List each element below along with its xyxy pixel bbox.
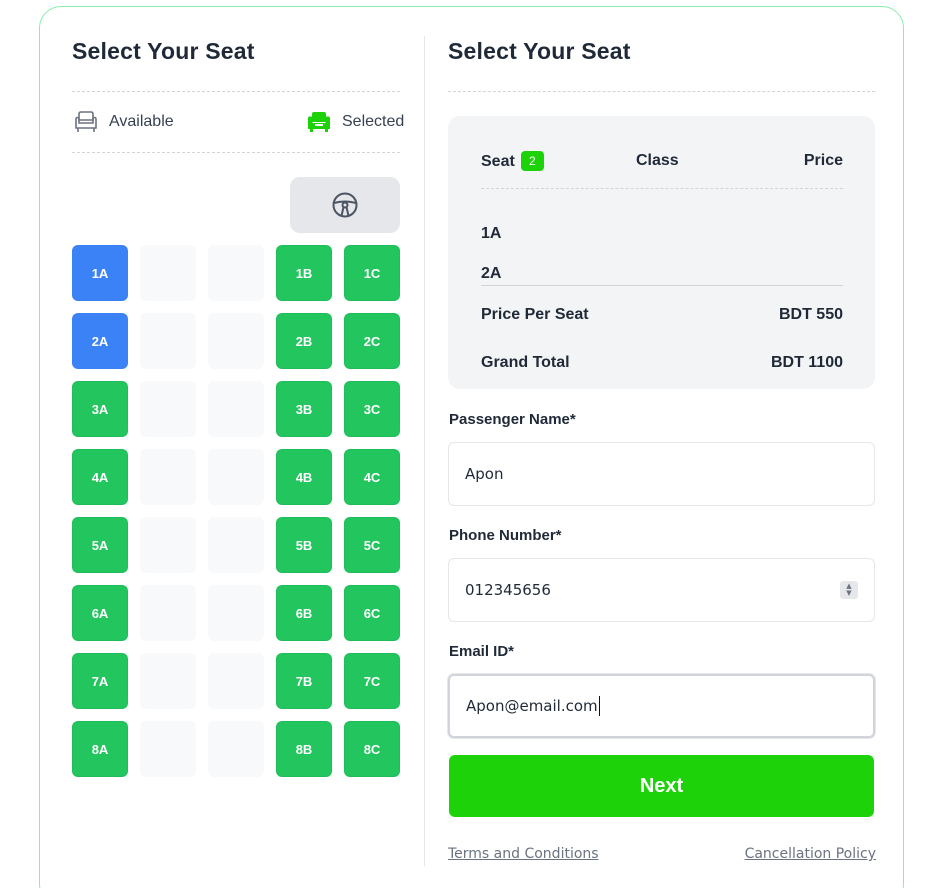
legend-available-label: Available bbox=[109, 113, 174, 130]
next-button[interactable]: Next bbox=[449, 755, 874, 817]
grand-total-label: Grand Total bbox=[481, 354, 570, 371]
seat-count-badge: 2 bbox=[520, 151, 544, 171]
aisle-space bbox=[208, 313, 264, 369]
legend-available: Available bbox=[73, 108, 174, 136]
divider bbox=[72, 152, 400, 153]
divider bbox=[72, 91, 400, 92]
aisle-space bbox=[140, 313, 196, 369]
seat-3a[interactable]: 3A bbox=[72, 381, 128, 437]
seat-2c[interactable]: 2C bbox=[344, 313, 400, 369]
terms-link[interactable]: Terms and Conditions bbox=[448, 846, 599, 862]
email-value: Apon@email.com bbox=[466, 697, 598, 715]
seat-7c[interactable]: 7C bbox=[344, 653, 400, 709]
passenger-name-label: Passenger Name* bbox=[449, 411, 576, 428]
seat-6b[interactable]: 6B bbox=[276, 585, 332, 641]
seat-3c[interactable]: 3C bbox=[344, 381, 400, 437]
seat-header: Seat 2 bbox=[481, 151, 544, 171]
seat-4b[interactable]: 4B bbox=[276, 449, 332, 505]
aisle-space bbox=[140, 245, 196, 301]
passenger-name-value: Apon bbox=[465, 465, 504, 483]
aisle-space bbox=[208, 381, 264, 437]
seat-4c[interactable]: 4C bbox=[344, 449, 400, 505]
email-label: Email ID* bbox=[449, 643, 515, 660]
armchair-outline-icon bbox=[75, 111, 97, 132]
legend-selected-label: Selected bbox=[342, 113, 405, 130]
divider bbox=[481, 285, 843, 286]
aisle-space bbox=[208, 653, 264, 709]
divider bbox=[481, 188, 843, 189]
aisle-space bbox=[208, 245, 264, 301]
armchair-filled-icon bbox=[308, 112, 330, 132]
aisle-space bbox=[208, 517, 264, 573]
seat-8c[interactable]: 8C bbox=[344, 721, 400, 777]
seat-7b[interactable]: 7B bbox=[276, 653, 332, 709]
seat-1a[interactable]: 1A bbox=[72, 245, 128, 301]
seat-2a[interactable]: 2A bbox=[72, 313, 128, 369]
phone-number-label: Phone Number* bbox=[449, 527, 562, 544]
aisle-space bbox=[140, 449, 196, 505]
aisle-space bbox=[208, 585, 264, 641]
aisle-space bbox=[140, 653, 196, 709]
price-per-seat-label: Price Per Seat bbox=[481, 306, 589, 323]
grand-total-value: BDT 1100 bbox=[770, 354, 843, 371]
seat-8a[interactable]: 8A bbox=[72, 721, 128, 777]
price-per-seat-value: BDT 550 bbox=[778, 306, 843, 323]
seat-4a[interactable]: 4A bbox=[72, 449, 128, 505]
seat-6a[interactable]: 6A bbox=[72, 585, 128, 641]
divider bbox=[448, 91, 875, 92]
aisle-space bbox=[140, 517, 196, 573]
seat-5a[interactable]: 5A bbox=[72, 517, 128, 573]
class-header: Class bbox=[636, 152, 679, 169]
panel-divider bbox=[424, 36, 425, 866]
seat-1c[interactable]: 1C bbox=[344, 245, 400, 301]
seat-3b[interactable]: 3B bbox=[276, 381, 332, 437]
text-caret bbox=[598, 696, 600, 716]
seat-map-title: Select Your Seat bbox=[72, 38, 255, 64]
aisle-space bbox=[208, 721, 264, 777]
seat-1b[interactable]: 1B bbox=[276, 245, 332, 301]
seat-7a[interactable]: 7A bbox=[72, 653, 128, 709]
aisle-space bbox=[140, 721, 196, 777]
aisle-space bbox=[140, 585, 196, 641]
price-header: Price bbox=[803, 152, 843, 169]
number-spinner[interactable]: ▲ ▼ bbox=[840, 581, 858, 599]
seat-6c[interactable]: 6C bbox=[344, 585, 400, 641]
legend-selected: Selected bbox=[306, 108, 404, 136]
chevron-down-icon[interactable]: ▼ bbox=[846, 590, 851, 597]
email-input[interactable]: Apon@email.com bbox=[448, 674, 875, 738]
aisle-space bbox=[140, 381, 196, 437]
selected-seat-row: 1A bbox=[481, 225, 502, 242]
phone-number-value: 012345656 bbox=[465, 581, 551, 599]
seat-5b[interactable]: 5B bbox=[276, 517, 332, 573]
selected-seat-row: 2A bbox=[481, 265, 502, 282]
cancellation-policy-link[interactable]: Cancellation Policy bbox=[745, 846, 876, 862]
passenger-name-input[interactable]: Apon bbox=[448, 442, 875, 506]
aisle-space bbox=[208, 449, 264, 505]
seat-5c[interactable]: 5C bbox=[344, 517, 400, 573]
summary-title: Select Your Seat bbox=[448, 38, 631, 64]
phone-number-input[interactable]: 012345656 ▲ ▼ bbox=[448, 558, 875, 622]
driver-seat bbox=[290, 177, 400, 233]
steering-wheel-icon bbox=[332, 192, 358, 218]
booking-summary: Seat 2 Class Price 1A 2A Price Per Seat B… bbox=[448, 116, 875, 389]
seat-8b[interactable]: 8B bbox=[276, 721, 332, 777]
seat-2b[interactable]: 2B bbox=[276, 313, 332, 369]
